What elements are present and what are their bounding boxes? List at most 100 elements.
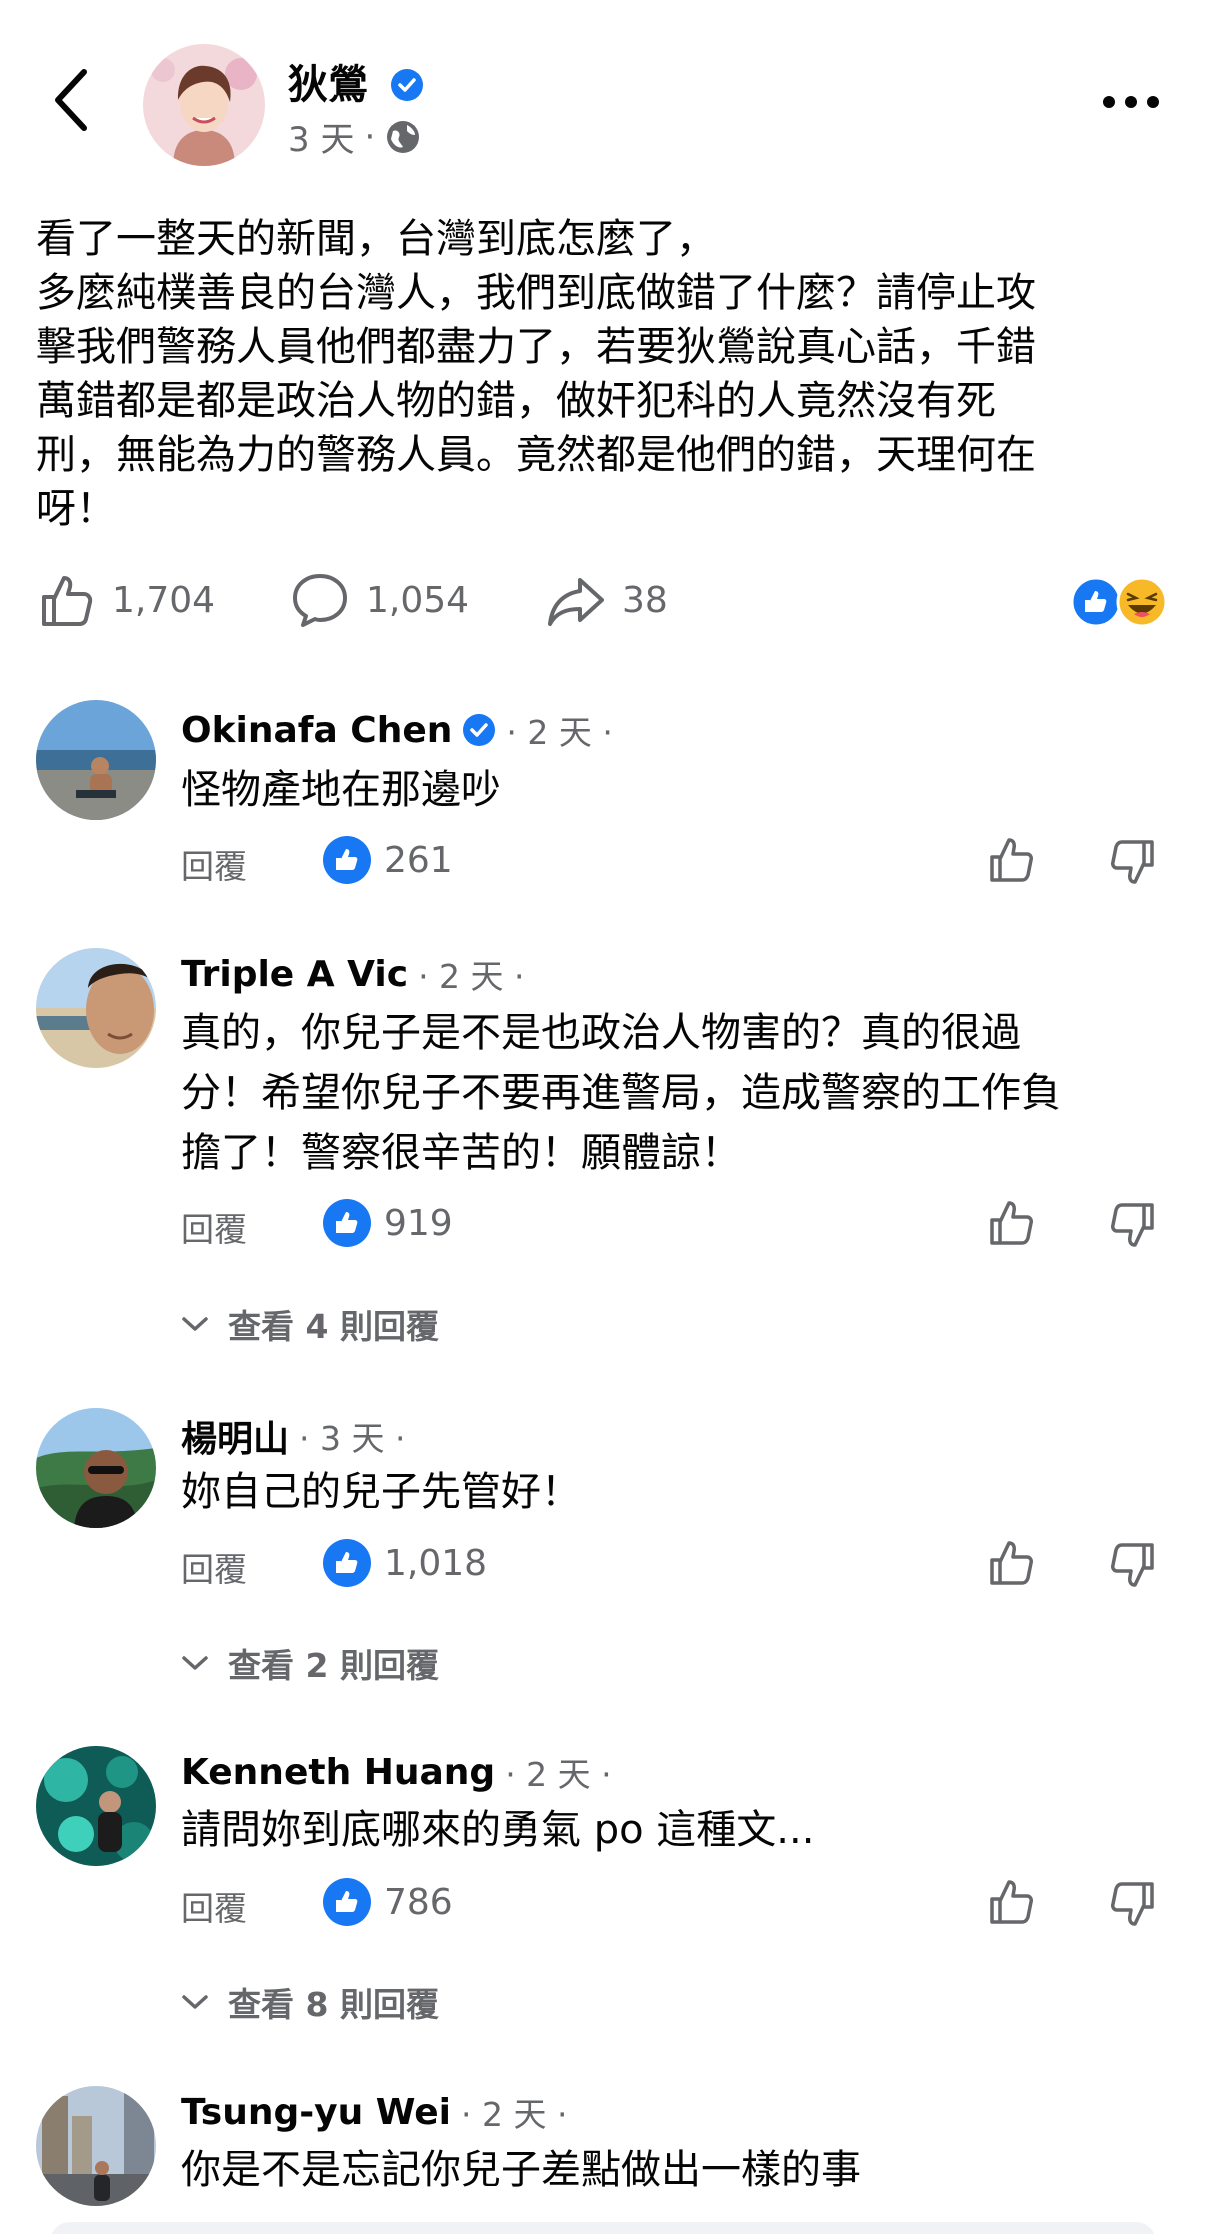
- post-text-line: 擊我們警務人員他們都盡力了，若要狄鶯說真心話，千錯: [36, 324, 1036, 370]
- comment-text-line: 妳自己的兒子先管好！: [181, 1469, 581, 1515]
- comment-text-line: 擔了！警察很辛苦的！願體諒！: [181, 1130, 741, 1176]
- chevron-down-icon: [182, 1995, 208, 2009]
- thumbs-down-icon: [1111, 1203, 1154, 1247]
- globe-icon: [387, 120, 420, 153]
- comment-likes[interactable]: 261: [322, 835, 453, 885]
- comment-bubble-icon: [293, 574, 347, 627]
- comment-downvote-button[interactable]: [1106, 1539, 1158, 1591]
- comment-upvote-button[interactable]: [986, 1537, 1038, 1589]
- comment-like-count: 786: [384, 1881, 453, 1923]
- comment-upvote-button[interactable]: [986, 1197, 1038, 1249]
- reply-button[interactable]: 回覆: [181, 1543, 247, 1591]
- more-options-button[interactable]: [1100, 82, 1162, 122]
- thumbs-up-icon: [990, 1880, 1033, 1924]
- reply-button[interactable]: 回覆: [181, 840, 247, 888]
- comment-upvote-button[interactable]: [986, 834, 1038, 886]
- comment-like-count: 919: [384, 1202, 453, 1244]
- comment-likes[interactable]: 1,018: [322, 1538, 487, 1588]
- commenter-avatar[interactable]: [36, 1746, 156, 1866]
- reply-button[interactable]: 回覆: [181, 1203, 247, 1251]
- comment-downvote-button[interactable]: [1106, 1199, 1158, 1251]
- comment-downvote-button[interactable]: [1106, 1878, 1158, 1930]
- comment-time: · 2 天 ·: [505, 1755, 612, 1794]
- comment-button[interactable]: 1,054: [290, 570, 469, 630]
- thumbs-up-icon: [990, 1541, 1033, 1585]
- view-replies-label: 查看 8 則回覆: [228, 1985, 439, 2024]
- comment-likes[interactable]: 786: [322, 1877, 453, 1927]
- like-reaction-icon: [323, 1878, 371, 1926]
- view-replies-button[interactable]: 查看 8 則回覆: [180, 1978, 439, 2026]
- thumbs-down-icon: [1111, 1882, 1154, 1926]
- comment-header: Okinafa Chen · 2 天 ·: [181, 706, 613, 754]
- more-horizontal-icon: [1103, 96, 1159, 108]
- thumbs-down-icon: [1111, 1543, 1154, 1587]
- post-text-line: 看了一整天的新聞，台灣到底怎麼了，: [36, 216, 716, 262]
- thumbs-up-icon: [42, 576, 93, 626]
- view-replies-button[interactable]: 查看 2 則回覆: [180, 1639, 439, 1687]
- commenter-name[interactable]: Okinafa Chen: [181, 710, 452, 751]
- chevron-down-icon: [182, 1317, 208, 1331]
- chevron-down-icon: [182, 1656, 208, 1670]
- view-replies-label: 查看 4 則回覆: [228, 1307, 439, 1346]
- commenter-name[interactable]: Triple A Vic: [181, 954, 408, 995]
- comment-text: 請問妳到底哪來的勇氣 po 這種文...: [181, 1800, 814, 1860]
- author-avatar[interactable]: [143, 44, 265, 166]
- comment-text-line: 你是不是忘記你兒子差點做出一樣的事: [181, 2147, 861, 2193]
- like-button[interactable]: 1,704: [36, 570, 215, 630]
- commenter-name[interactable]: Kenneth Huang: [181, 1752, 495, 1793]
- share-count: 38: [622, 579, 668, 621]
- comment-text: 怪物產地在那邊吵: [181, 760, 501, 820]
- post-text-line: 多麼純樸善良的台灣人，我們到底做錯了什麼？請停止攻: [36, 270, 1036, 316]
- like-reaction-icon: [323, 1539, 371, 1587]
- commenter-avatar[interactable]: [36, 1408, 156, 1528]
- commenter-name[interactable]: Tsung-yu Wei: [181, 2092, 451, 2133]
- comment-composer-bar[interactable]: [50, 2222, 1156, 2234]
- thumbs-up-icon: [990, 1201, 1033, 1245]
- reaction-summary[interactable]: [1070, 576, 1170, 628]
- post-text-line: 萬錯都是都是政治人物的錯，做奸犯科的人竟然沒有死: [36, 378, 996, 424]
- author-name[interactable]: 狄鶯: [288, 62, 368, 108]
- comment-text-line: 請問妳到底哪來的勇氣 po 這種文...: [181, 1807, 815, 1853]
- view-replies-button[interactable]: 查看 4 則回覆: [180, 1300, 439, 1348]
- comment-count: 1,054: [366, 579, 470, 621]
- comment-time: · 2 天 ·: [460, 2095, 568, 2134]
- view-replies-label: 查看 2 則回覆: [228, 1646, 439, 1685]
- comment-text-line: 分！希望你兒子不要再進警局，造成警察的工作負: [181, 1070, 1061, 1116]
- like-reaction-icon: [323, 836, 371, 884]
- comment-header: Kenneth Huang · 2 天 ·: [181, 1748, 612, 1796]
- thumbs-up-icon: [990, 838, 1033, 882]
- commenter-avatar[interactable]: [36, 700, 156, 820]
- commenter-avatar[interactable]: [36, 948, 156, 1068]
- thumbs-down-icon: [1111, 840, 1154, 884]
- verified-badge-icon: [390, 69, 423, 101]
- haha-reaction-icon: [1116, 576, 1168, 628]
- post-text-line: 刑，無能為力的警務人員。竟然都是他們的錯，天理何在: [36, 432, 1036, 478]
- reply-button[interactable]: 回覆: [181, 1882, 247, 1930]
- post-meta: 3 天 ·: [288, 112, 421, 161]
- comment-likes[interactable]: 919: [322, 1198, 453, 1248]
- comment-text: 真的，你兒子是不是也政治人物害的？真的很過 分！希望你兒子不要再進警局，造成警察…: [181, 1003, 1061, 1183]
- back-button[interactable]: [44, 60, 104, 140]
- comment-like-count: 261: [384, 839, 453, 881]
- like-reaction-icon: [323, 1199, 371, 1247]
- meta-separator: ·: [364, 116, 376, 157]
- comment-time: · 2 天 ·: [418, 957, 525, 996]
- comment-text: 妳自己的兒子先管好！: [181, 1462, 581, 1522]
- comment-text: 你是不是忘記你兒子差點做出一樣的事: [181, 2140, 861, 2200]
- comment-text-line: 真的，你兒子是不是也政治人物害的？真的很過: [181, 1010, 1021, 1056]
- comment-time: · 2 天 ·: [506, 713, 613, 752]
- comment-text-line: 怪物產地在那邊吵: [181, 767, 501, 813]
- commenter-name[interactable]: 楊明山: [181, 1410, 289, 1462]
- post-time[interactable]: 3 天: [288, 112, 354, 161]
- comment-header: Triple A Vic · 2 天 ·: [181, 950, 525, 998]
- commenter-avatar[interactable]: [36, 2086, 156, 2206]
- share-button[interactable]: 38: [546, 570, 668, 630]
- comment-upvote-button[interactable]: [986, 1876, 1038, 1928]
- like-count: 1,704: [112, 579, 216, 621]
- author-name-row: 狄鶯: [288, 52, 424, 110]
- post-text-line: 呀！: [36, 486, 116, 532]
- comment-downvote-button[interactable]: [1106, 836, 1158, 888]
- post-text: 看了一整天的新聞，台灣到底怎麼了， 多麼純樸善良的台灣人，我們到底做錯了什麼？請…: [36, 212, 1176, 536]
- verified-badge-icon: [463, 714, 496, 746]
- comment-header: 楊明山 · 3 天 ·: [181, 1410, 405, 1462]
